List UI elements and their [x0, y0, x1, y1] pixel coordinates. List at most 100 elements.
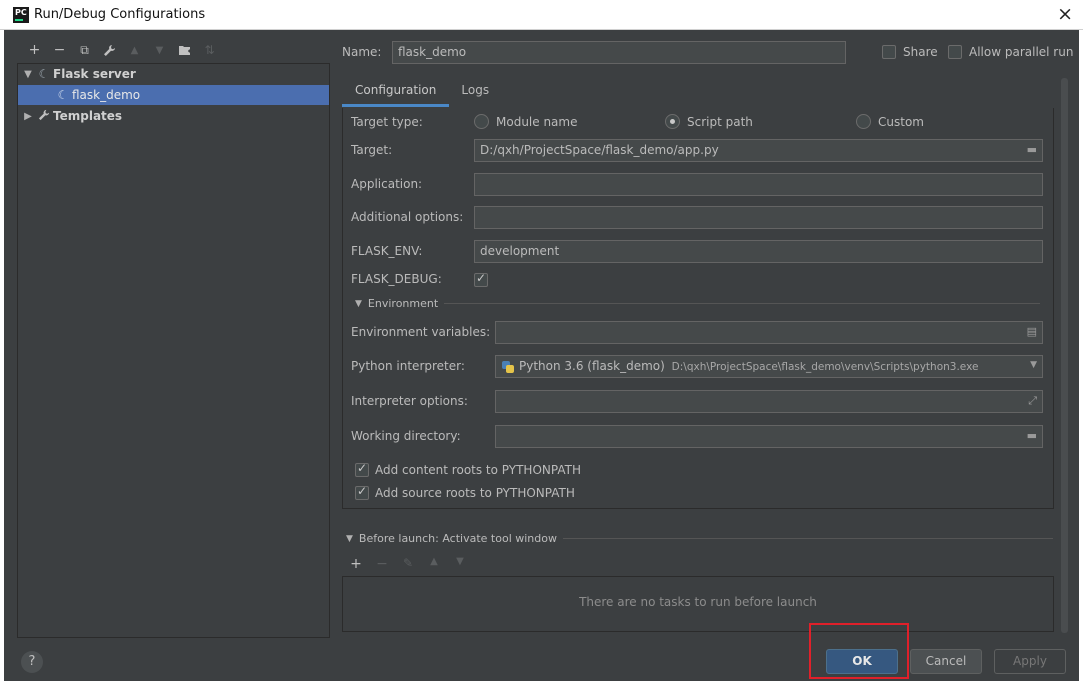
python-icon	[501, 360, 515, 374]
remove-icon[interactable]: −	[47, 40, 72, 60]
chevron-down-icon[interactable]: ▼	[1026, 360, 1037, 370]
folder-icon[interactable]	[172, 40, 197, 60]
flask-debug-checkbox[interactable]	[474, 271, 488, 287]
flask-env-label: FLASK_ENV:	[351, 244, 423, 258]
environment-section[interactable]: ▼ Environment	[355, 297, 1041, 310]
share-option[interactable]: Share	[882, 45, 938, 59]
tab-bar: Configuration Logs	[342, 80, 502, 107]
working-dir-label: Working directory:	[351, 429, 461, 443]
folder-icon[interactable]: ▬	[1027, 143, 1037, 156]
content-roots-label: Add content roots to PYTHONPATH	[375, 463, 581, 477]
cancel-button[interactable]: Cancel	[910, 649, 982, 674]
add-icon[interactable]: +	[345, 556, 367, 572]
source-roots-option[interactable]: Add source roots to PYTHONPATH	[355, 484, 575, 500]
application-field[interactable]	[474, 173, 1043, 196]
name-label: Name:	[342, 45, 382, 59]
help-icon[interactable]: ?	[21, 651, 43, 673]
tree-group-flask-server[interactable]: ▼ ☾ Flask server	[18, 64, 329, 84]
divider	[562, 538, 1053, 539]
before-launch-section[interactable]: ▼ Before launch: Activate tool window	[346, 532, 1053, 545]
tab-logs[interactable]: Logs	[449, 80, 502, 107]
radio-custom[interactable]: Custom	[856, 114, 924, 129]
scrollbar[interactable]	[1061, 78, 1068, 633]
target-label: Target:	[351, 143, 393, 157]
document-icon[interactable]: ▤	[1027, 325, 1037, 338]
flask-env-field[interactable]: development	[474, 240, 1043, 263]
target-type-label: Target type:	[351, 115, 423, 129]
config-tree: ▼ ☾ Flask server ☾ flask_demo ▶ Template…	[17, 63, 330, 638]
move-down-icon[interactable]: ▼	[449, 556, 471, 572]
config-toolbar: + − ⧉ ▲ ▼ ⇅	[22, 40, 222, 60]
radio-button[interactable]	[856, 114, 871, 129]
tree-templates-label: Templates	[53, 109, 123, 123]
window-title: Run/Debug Configurations	[34, 7, 206, 22]
copy-icon[interactable]: ⧉	[72, 40, 97, 60]
move-down-icon[interactable]: ▼	[147, 40, 172, 60]
remove-icon[interactable]: −	[371, 556, 393, 572]
additional-options-label: Additional options:	[351, 210, 464, 224]
source-roots-label: Add source roots to PYTHONPATH	[375, 486, 575, 500]
target-field[interactable]: D:/qxh/ProjectSpace/flask_demo/app.py ▬	[474, 139, 1043, 162]
interpreter-options-field[interactable]: ⤢	[495, 390, 1043, 413]
interpreter-name: Python 3.6 (flask_demo)	[519, 359, 665, 373]
radio-script-path[interactable]: Script path	[665, 114, 753, 129]
parallel-checkbox[interactable]	[948, 45, 962, 59]
content-roots-option[interactable]: Add content roots to PYTHONPATH	[355, 461, 581, 477]
apply-button[interactable]: Apply	[994, 649, 1066, 674]
chevron-right-icon[interactable]: ▶	[21, 111, 35, 122]
wrench-icon[interactable]	[97, 40, 122, 60]
tree-item-flask-demo[interactable]: ☾ flask_demo	[18, 85, 329, 105]
wrench-icon	[35, 109, 53, 124]
radio-module-name[interactable]: Module name	[474, 114, 577, 129]
radio-label: Custom	[878, 114, 924, 129]
interpreter-select[interactable]: Python 3.6 (flask_demo) D:\qxh\ProjectSp…	[495, 355, 1043, 378]
interpreter-options-label: Interpreter options:	[351, 394, 468, 408]
working-dir-field[interactable]: ▬	[495, 425, 1043, 448]
parallel-option[interactable]: Allow parallel run	[948, 45, 1073, 59]
target-value: D:/qxh/ProjectSpace/flask_demo/app.py	[480, 143, 719, 157]
section-title: Before launch: Activate tool window	[358, 532, 557, 545]
edit-icon[interactable]: ✎	[397, 556, 419, 572]
env-vars-field[interactable]: ▤	[495, 321, 1043, 344]
divider	[444, 303, 1041, 304]
folder-icon[interactable]: ▬	[1027, 429, 1037, 442]
name-input[interactable]: flask_demo	[392, 41, 846, 64]
add-icon[interactable]: +	[22, 40, 47, 60]
empty-state-text: There are no tasks to run before launch	[579, 595, 817, 609]
radio-label: Script path	[687, 114, 753, 129]
flask-icon: ☾	[57, 88, 69, 102]
close-icon[interactable]: ×	[1057, 3, 1073, 25]
chevron-down-icon[interactable]: ▼	[346, 534, 353, 544]
radio-button[interactable]	[474, 114, 489, 129]
share-label: Share	[903, 45, 938, 59]
tab-configuration[interactable]: Configuration	[342, 80, 450, 107]
before-launch-list: There are no tasks to run before launch	[342, 576, 1054, 632]
source-roots-checkbox[interactable]	[355, 484, 369, 500]
ok-button[interactable]: OK	[826, 649, 898, 674]
flask-debug-label: FLASK_DEBUG:	[351, 272, 442, 286]
share-checkbox[interactable]	[882, 45, 896, 59]
chevron-down-icon[interactable]: ▼	[21, 69, 35, 80]
interpreter-path: D:\qxh\ProjectSpace\flask_demo\venv\Scri…	[671, 361, 979, 373]
move-up-icon[interactable]: ▲	[423, 556, 445, 572]
chevron-down-icon[interactable]: ▼	[355, 299, 362, 309]
flask-icon: ☾	[38, 67, 50, 81]
radio-button[interactable]	[665, 114, 680, 129]
section-title: Environment	[367, 297, 439, 310]
content-roots-checkbox[interactable]	[355, 461, 369, 477]
env-vars-label: Environment variables:	[351, 325, 491, 339]
tree-group-templates[interactable]: ▶ Templates	[18, 106, 329, 126]
before-launch-toolbar: + − ✎ ▲ ▼	[345, 556, 471, 572]
radio-label: Module name	[496, 114, 578, 129]
pycharm-icon: PC	[13, 7, 29, 23]
interpreter-label: Python interpreter:	[351, 359, 465, 373]
application-label: Application:	[351, 177, 423, 191]
tree-group-label: Flask server	[53, 67, 136, 81]
move-up-icon[interactable]: ▲	[122, 40, 147, 60]
additional-options-field[interactable]	[474, 206, 1043, 229]
title-bar: PC Run/Debug Configurations ×	[0, 0, 1083, 30]
sort-icon[interactable]: ⇅	[197, 40, 222, 60]
tree-item-label: flask_demo	[72, 88, 141, 102]
expand-icon[interactable]: ⤢	[1028, 394, 1037, 408]
parallel-label: Allow parallel run	[969, 45, 1074, 59]
